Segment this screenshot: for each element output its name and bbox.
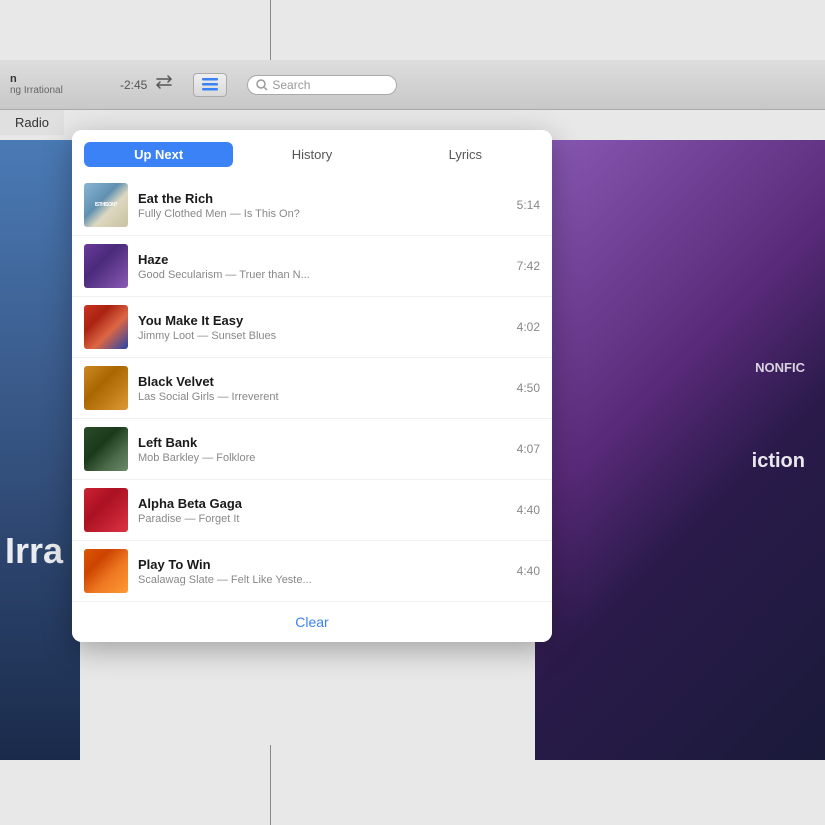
radio-tab[interactable]: Radio bbox=[0, 110, 64, 135]
track-item[interactable]: You Make It Easy Jimmy Loot — Sunset Blue… bbox=[72, 297, 552, 358]
tab-lyrics[interactable]: Lyrics bbox=[391, 142, 540, 167]
irra-text: Irra bbox=[5, 530, 63, 572]
track-info: Alpha Beta Gaga Paradise — Forget It bbox=[138, 496, 507, 525]
track-subtitle: Las Social Girls — Irreverent bbox=[138, 391, 507, 403]
track-subtitle: Paradise — Forget It bbox=[138, 513, 507, 525]
track-info: Haze Good Secularism — Truer than N... bbox=[138, 252, 507, 281]
track-item[interactable]: Play To Win Scalawag Slate — Felt Like Ye… bbox=[72, 541, 552, 602]
track-title: You Make It Easy bbox=[138, 313, 507, 328]
connector-line-top bbox=[270, 0, 271, 62]
now-playing-info: n ng Irrational bbox=[10, 73, 90, 96]
repeat-icon[interactable] bbox=[155, 75, 173, 94]
track-info: Black Velvet Las Social Girls — Irreveren… bbox=[138, 374, 507, 403]
fiction-text: iction bbox=[752, 450, 805, 473]
search-bar[interactable]: Search bbox=[247, 75, 397, 95]
track-duration: 4:40 bbox=[517, 564, 540, 578]
track-info: Left Bank Mob Barkley — Folklore bbox=[138, 435, 507, 464]
track-item[interactable]: Black Velvet Las Social Girls — Irreveren… bbox=[72, 358, 552, 419]
track-subtitle: Jimmy Loot — Sunset Blues bbox=[138, 330, 507, 342]
track-subtitle: Fully Clothed Men — Is This On? bbox=[138, 208, 507, 220]
track-duration: 4:50 bbox=[517, 381, 540, 395]
nonfiction-text: NONFIC bbox=[755, 360, 805, 375]
track-list: ISTHISON? Eat the Rich Fully Clothed Men —… bbox=[72, 175, 552, 602]
track-art-4 bbox=[84, 366, 128, 410]
queue-popup: Up Next History Lyrics ISTHISON? Eat the … bbox=[72, 130, 552, 642]
search-placeholder: Search bbox=[272, 78, 310, 92]
track-subtitle: Good Secularism — Truer than N... bbox=[138, 269, 507, 281]
track-art-6 bbox=[84, 488, 128, 532]
track-info: Eat the Rich Fully Clothed Men — Is This … bbox=[138, 191, 507, 220]
track-art-2 bbox=[84, 244, 128, 288]
track-duration: 4:40 bbox=[517, 503, 540, 517]
track-title: Haze bbox=[138, 252, 507, 267]
bg-art-left bbox=[0, 140, 80, 760]
track-art-5 bbox=[84, 427, 128, 471]
track-item[interactable]: Haze Good Secularism — Truer than N... 7:4… bbox=[72, 236, 552, 297]
track-art-1: ISTHISON? bbox=[84, 183, 128, 227]
track-title: Play To Win bbox=[138, 557, 507, 572]
track-art-3 bbox=[84, 305, 128, 349]
track-item[interactable]: ISTHISON? Eat the Rich Fully Clothed Men —… bbox=[72, 175, 552, 236]
track-duration: 4:02 bbox=[517, 320, 540, 334]
clear-button[interactable]: Clear bbox=[72, 602, 552, 642]
track-item[interactable]: Left Bank Mob Barkley — Folklore 4:07 bbox=[72, 419, 552, 480]
connector-line-bottom bbox=[270, 745, 271, 825]
track-duration: 7:42 bbox=[517, 259, 540, 273]
current-track-name: n bbox=[10, 73, 90, 85]
track-title: Eat the Rich bbox=[138, 191, 507, 206]
tab-up-next[interactable]: Up Next bbox=[84, 142, 233, 167]
current-track-artist: ng Irrational bbox=[10, 85, 90, 96]
tab-history[interactable]: History bbox=[237, 142, 386, 167]
track-item[interactable]: Alpha Beta Gaga Paradise — Forget It 4:40 bbox=[72, 480, 552, 541]
track-subtitle: Scalawag Slate — Felt Like Yeste... bbox=[138, 574, 507, 586]
queue-button[interactable] bbox=[193, 73, 227, 97]
track-duration: 4:07 bbox=[517, 442, 540, 456]
track-duration: 5:14 bbox=[517, 198, 540, 212]
track-title: Left Bank bbox=[138, 435, 507, 450]
track-subtitle: Mob Barkley — Folklore bbox=[138, 452, 507, 464]
top-bar: n ng Irrational -2:45 Search bbox=[0, 60, 825, 110]
track-info: You Make It Easy Jimmy Loot — Sunset Blue… bbox=[138, 313, 507, 342]
track-title: Alpha Beta Gaga bbox=[138, 496, 507, 511]
track-title: Black Velvet bbox=[138, 374, 507, 389]
track-time: -2:45 bbox=[120, 78, 147, 92]
tabs-container: Up Next History Lyrics bbox=[72, 130, 552, 175]
track-art-7 bbox=[84, 549, 128, 593]
track-info: Play To Win Scalawag Slate — Felt Like Ye… bbox=[138, 557, 507, 586]
